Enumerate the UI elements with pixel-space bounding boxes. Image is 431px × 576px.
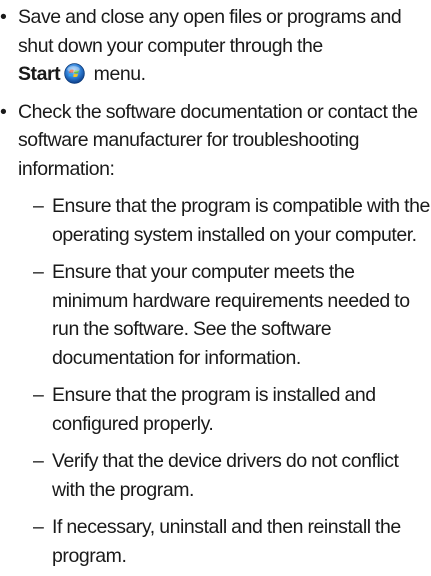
dash-mark: –	[33, 516, 44, 538]
sub-item-text: Ensure that the program is installed and…	[52, 384, 376, 435]
bullet-text: Check the software documentation or cont…	[18, 100, 418, 180]
windows-start-orb-icon	[64, 63, 85, 84]
sub-item-installed-configured: – Ensure that the program is installed a…	[0, 381, 431, 438]
document-page: • Save and close any open files or progr…	[0, 0, 431, 576]
bullet-text-after: menu.	[93, 63, 146, 85]
dash-mark: –	[33, 261, 44, 283]
dash-mark: –	[33, 384, 44, 406]
sub-item-text: If necessary, uninstall and then reinsta…	[52, 516, 401, 567]
sub-item-compatible: – Ensure that the program is compatible …	[0, 192, 431, 249]
sub-item-text: Ensure that your computer meets the mini…	[52, 261, 410, 369]
bullet-item-shutdown: • Save and close any open files or progr…	[0, 3, 431, 89]
sub-item-device-drivers: – Verify that the device drivers do not …	[0, 447, 431, 504]
start-menu-label: Start	[18, 63, 61, 85]
bullet-text-before: Save and close any open files or program…	[18, 6, 402, 57]
sub-item-text: Ensure that the program is compatible wi…	[52, 195, 430, 246]
sub-item-text: Verify that the device drivers do not co…	[52, 450, 399, 501]
bullet-mark: •	[0, 6, 7, 28]
bullet-mark: •	[0, 100, 7, 123]
sub-item-reinstall: – If necessary, uninstall and then reins…	[0, 513, 431, 570]
dash-mark: –	[33, 450, 44, 472]
bullet-item-check-docs: • Check the software documentation or co…	[0, 98, 431, 184]
sub-item-hardware-requirements: – Ensure that your computer meets the mi…	[0, 258, 431, 372]
dash-mark: –	[33, 195, 44, 217]
